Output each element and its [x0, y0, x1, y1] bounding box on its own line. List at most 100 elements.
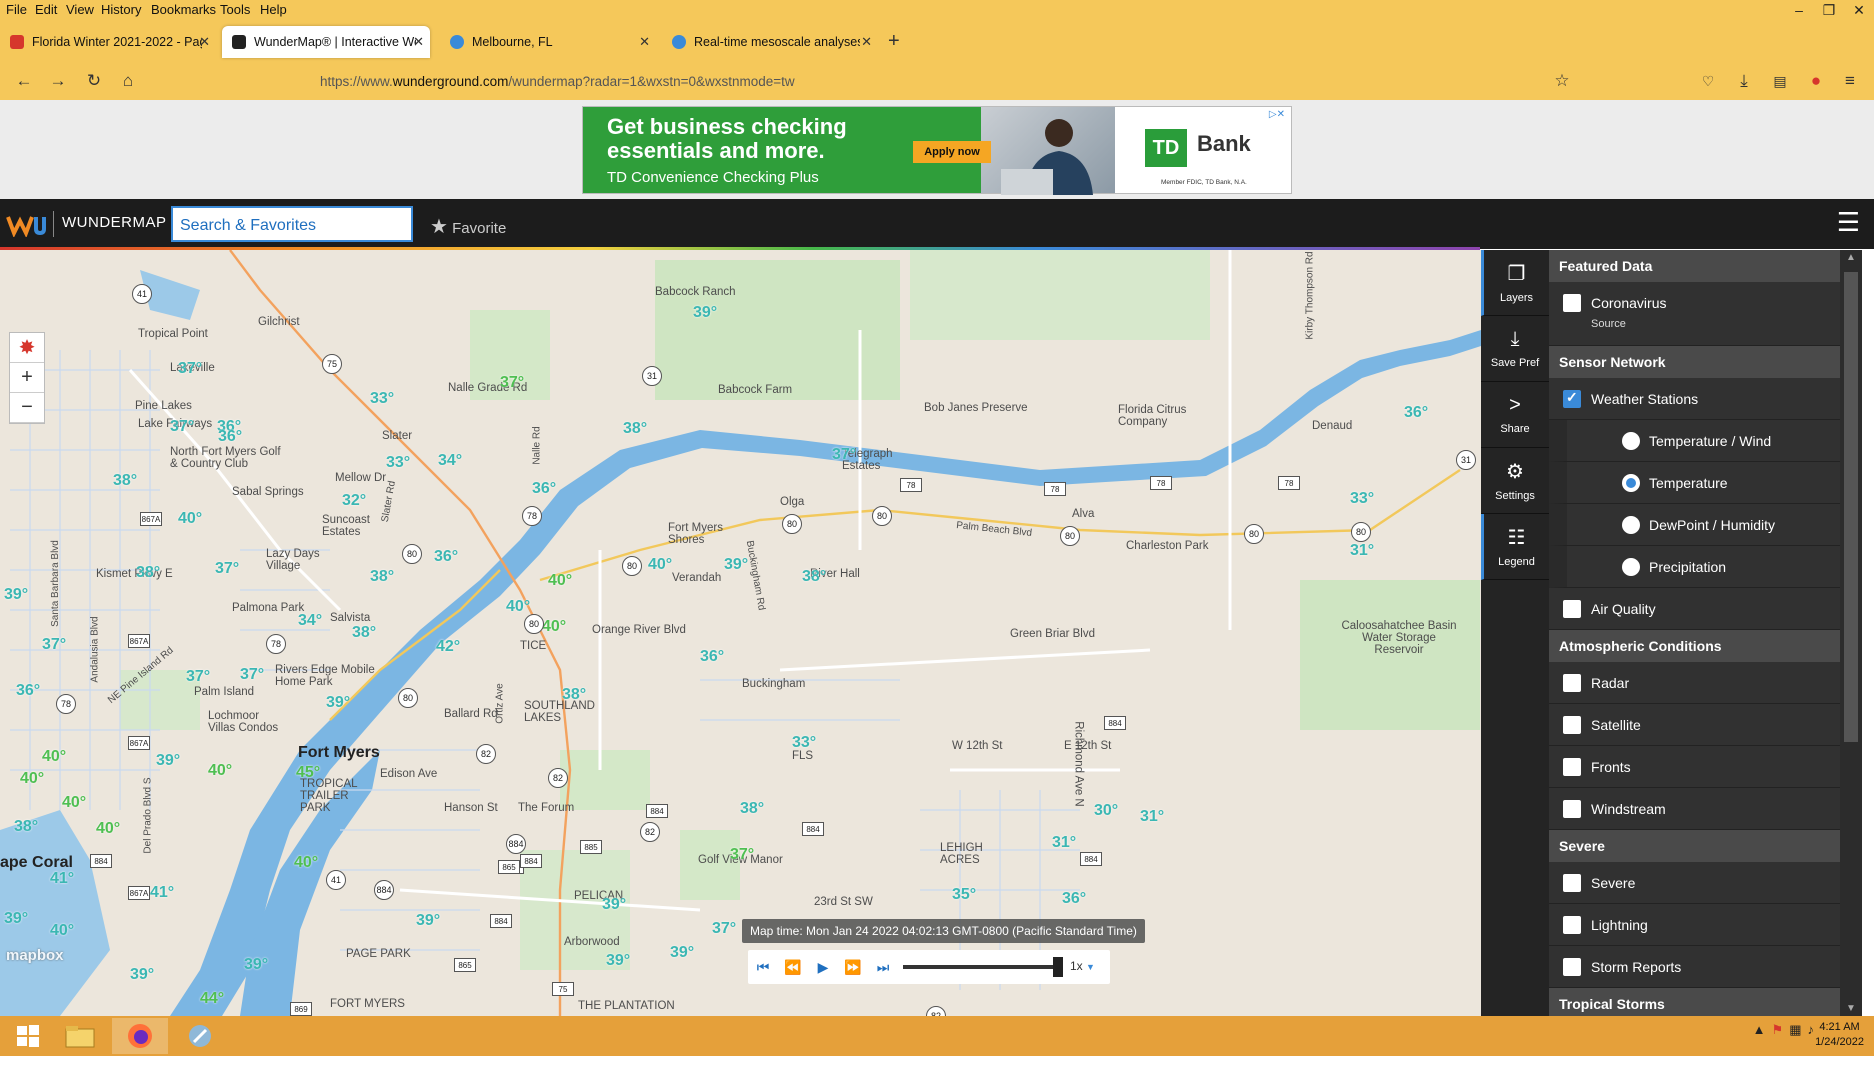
start-button[interactable] [0, 1018, 56, 1054]
temperature-label[interactable]: 40° [50, 922, 74, 940]
reload-icon[interactable]: ↻ [82, 69, 106, 93]
temperature-label[interactable]: 37° [170, 418, 194, 436]
temperature-label[interactable]: 36° [218, 428, 242, 446]
temperature-label[interactable]: 35° [952, 886, 976, 904]
radio[interactable] [1622, 558, 1640, 576]
temperature-label[interactable]: 38° [370, 568, 394, 586]
temperature-label[interactable]: 33° [386, 454, 410, 472]
tab-close-icon[interactable]: ✕ [413, 34, 424, 50]
temperature-label[interactable]: 34° [298, 612, 322, 630]
temperature-label[interactable]: 40° [208, 762, 232, 780]
temperature-label[interactable]: 30° [1094, 802, 1118, 820]
zoom-in-button[interactable]: + [10, 363, 44, 393]
temperature-label[interactable]: 39° [606, 952, 630, 970]
layer-satellite[interactable]: Satellite [1549, 704, 1840, 746]
temperature-label[interactable]: 33° [792, 734, 816, 752]
play-icon[interactable]: ▶ [808, 959, 838, 976]
tab-wundermap[interactable]: WunderMap® | Interactive Wea ✕ [222, 26, 430, 58]
temperature-label[interactable]: 38° [623, 420, 647, 438]
temperature-label[interactable]: 40° [178, 510, 202, 528]
tray-chevron-icon[interactable]: ▲ [1753, 1022, 1766, 1038]
skip-back-icon[interactable]: ⏮ [748, 959, 778, 976]
temperature-label[interactable]: 33° [370, 390, 394, 408]
layer-air-quality[interactable]: Air Quality [1549, 588, 1840, 630]
scrollbar-thumb[interactable] [1844, 272, 1858, 742]
layer-weather-stations[interactable]: Weather Stations [1549, 378, 1840, 420]
temperature-label[interactable]: 38° [352, 624, 376, 642]
temperature-label[interactable]: 40° [506, 598, 530, 616]
temperature-label[interactable]: 39° [326, 694, 350, 712]
temperature-label[interactable]: 40° [294, 854, 318, 872]
menu-view[interactable]: View [66, 2, 94, 17]
temperature-label[interactable]: 39° [602, 896, 626, 914]
timeline-slider[interactable] [903, 965, 1059, 969]
temperature-label[interactable]: 42° [436, 638, 460, 656]
layer-coronavirus[interactable]: Coronavirus Source [1549, 282, 1840, 346]
bookmark-star-icon[interactable]: ☆ [1550, 69, 1574, 93]
temperature-label[interactable]: 37° [240, 666, 264, 684]
home-icon[interactable]: ⌂ [116, 69, 140, 93]
temperature-label[interactable]: 37° [215, 560, 239, 578]
share-button[interactable]: > Share [1481, 382, 1549, 448]
temperature-label[interactable]: 38° [136, 564, 160, 582]
temperature-label[interactable]: 37° [712, 920, 736, 938]
temperature-label[interactable]: 36° [434, 548, 458, 566]
scroll-down-icon[interactable]: ▼ [1846, 1003, 1856, 1014]
mode-dewpoint-humidity[interactable]: DewPoint / Humidity [1549, 504, 1840, 546]
menu-help[interactable]: Help [260, 2, 287, 17]
save-pref-button[interactable]: ⤓ Save Pref [1481, 316, 1549, 382]
tray-flag-icon[interactable]: ⚑ [1772, 1022, 1784, 1038]
menu-history[interactable]: History [101, 2, 141, 17]
temperature-label[interactable]: 39° [416, 912, 440, 930]
checkbox[interactable] [1563, 958, 1581, 976]
checkbox[interactable] [1563, 916, 1581, 934]
new-tab-button[interactable]: + [888, 30, 900, 53]
extension-icon[interactable]: ● [1804, 69, 1828, 93]
temperature-label[interactable]: 44° [200, 990, 224, 1008]
map-canvas[interactable]: Babcock Ranch Tropical Point Gilchrist L… [0, 250, 1481, 1016]
temperature-label[interactable]: 31° [1350, 542, 1374, 560]
minimize-icon[interactable]: – [1784, 0, 1814, 20]
menu-bookmarks[interactable]: Bookmarks [151, 2, 216, 17]
restore-icon[interactable]: ❐ [1814, 0, 1844, 20]
temperature-label[interactable]: 33° [1350, 490, 1374, 508]
temperature-label[interactable]: 39° [4, 910, 28, 928]
tab-close-icon[interactable]: ✕ [199, 34, 210, 50]
temperature-label[interactable]: 40° [548, 572, 572, 590]
adchoices-icon[interactable]: ▷✕ [1269, 109, 1285, 120]
checkbox[interactable] [1563, 674, 1581, 692]
temperature-label[interactable]: 40° [648, 556, 672, 574]
temperature-label[interactable]: 39° [244, 956, 268, 974]
temperature-label[interactable]: 37° [178, 360, 202, 378]
tab-melbourne[interactable]: Melbourne, FL ✕ [440, 26, 656, 58]
temperature-label[interactable]: 39° [693, 304, 717, 322]
temperature-label[interactable]: 41° [150, 884, 174, 902]
temperature-label[interactable]: 39° [130, 966, 154, 984]
download-icon[interactable]: ⤓ [1732, 69, 1756, 93]
source-link[interactable]: Source [1591, 318, 1626, 330]
url-bar[interactable]: https://www.wunderground.com/wundermap?r… [262, 66, 1582, 96]
pocket-icon[interactable]: ♡ [1696, 69, 1720, 93]
reader-icon[interactable]: ▤ [1768, 69, 1792, 93]
step-forward-icon[interactable]: ⏩ [838, 959, 868, 976]
temperature-label[interactable]: 37° [186, 668, 210, 686]
temperature-label[interactable]: 36° [16, 682, 40, 700]
menu-edit[interactable]: Edit [35, 2, 57, 17]
forward-icon[interactable]: → [46, 69, 70, 93]
temperature-label[interactable]: 38° [14, 818, 38, 836]
back-icon[interactable]: ← [12, 69, 36, 93]
panel-scrollbar[interactable]: ▲ ▼ [1840, 250, 1862, 1016]
layer-storm-reports[interactable]: Storm Reports [1549, 946, 1840, 988]
temperature-label[interactable]: 36° [700, 648, 724, 666]
temperature-label[interactable]: 36° [532, 480, 556, 498]
radio[interactable] [1622, 516, 1640, 534]
temperature-label[interactable]: 37° [832, 446, 856, 464]
mode-precipitation[interactable]: Precipitation [1549, 546, 1840, 588]
mapbox-logo[interactable]: mapbox [6, 947, 64, 964]
temperature-label[interactable]: 41° [50, 870, 74, 888]
checkbox[interactable] [1563, 800, 1581, 818]
temperature-label[interactable]: 39° [156, 752, 180, 770]
temperature-label[interactable]: 38° [113, 472, 137, 490]
temperature-label[interactable]: 37° [500, 374, 524, 392]
hamburger-menu-icon[interactable]: ☰ [1837, 207, 1860, 238]
